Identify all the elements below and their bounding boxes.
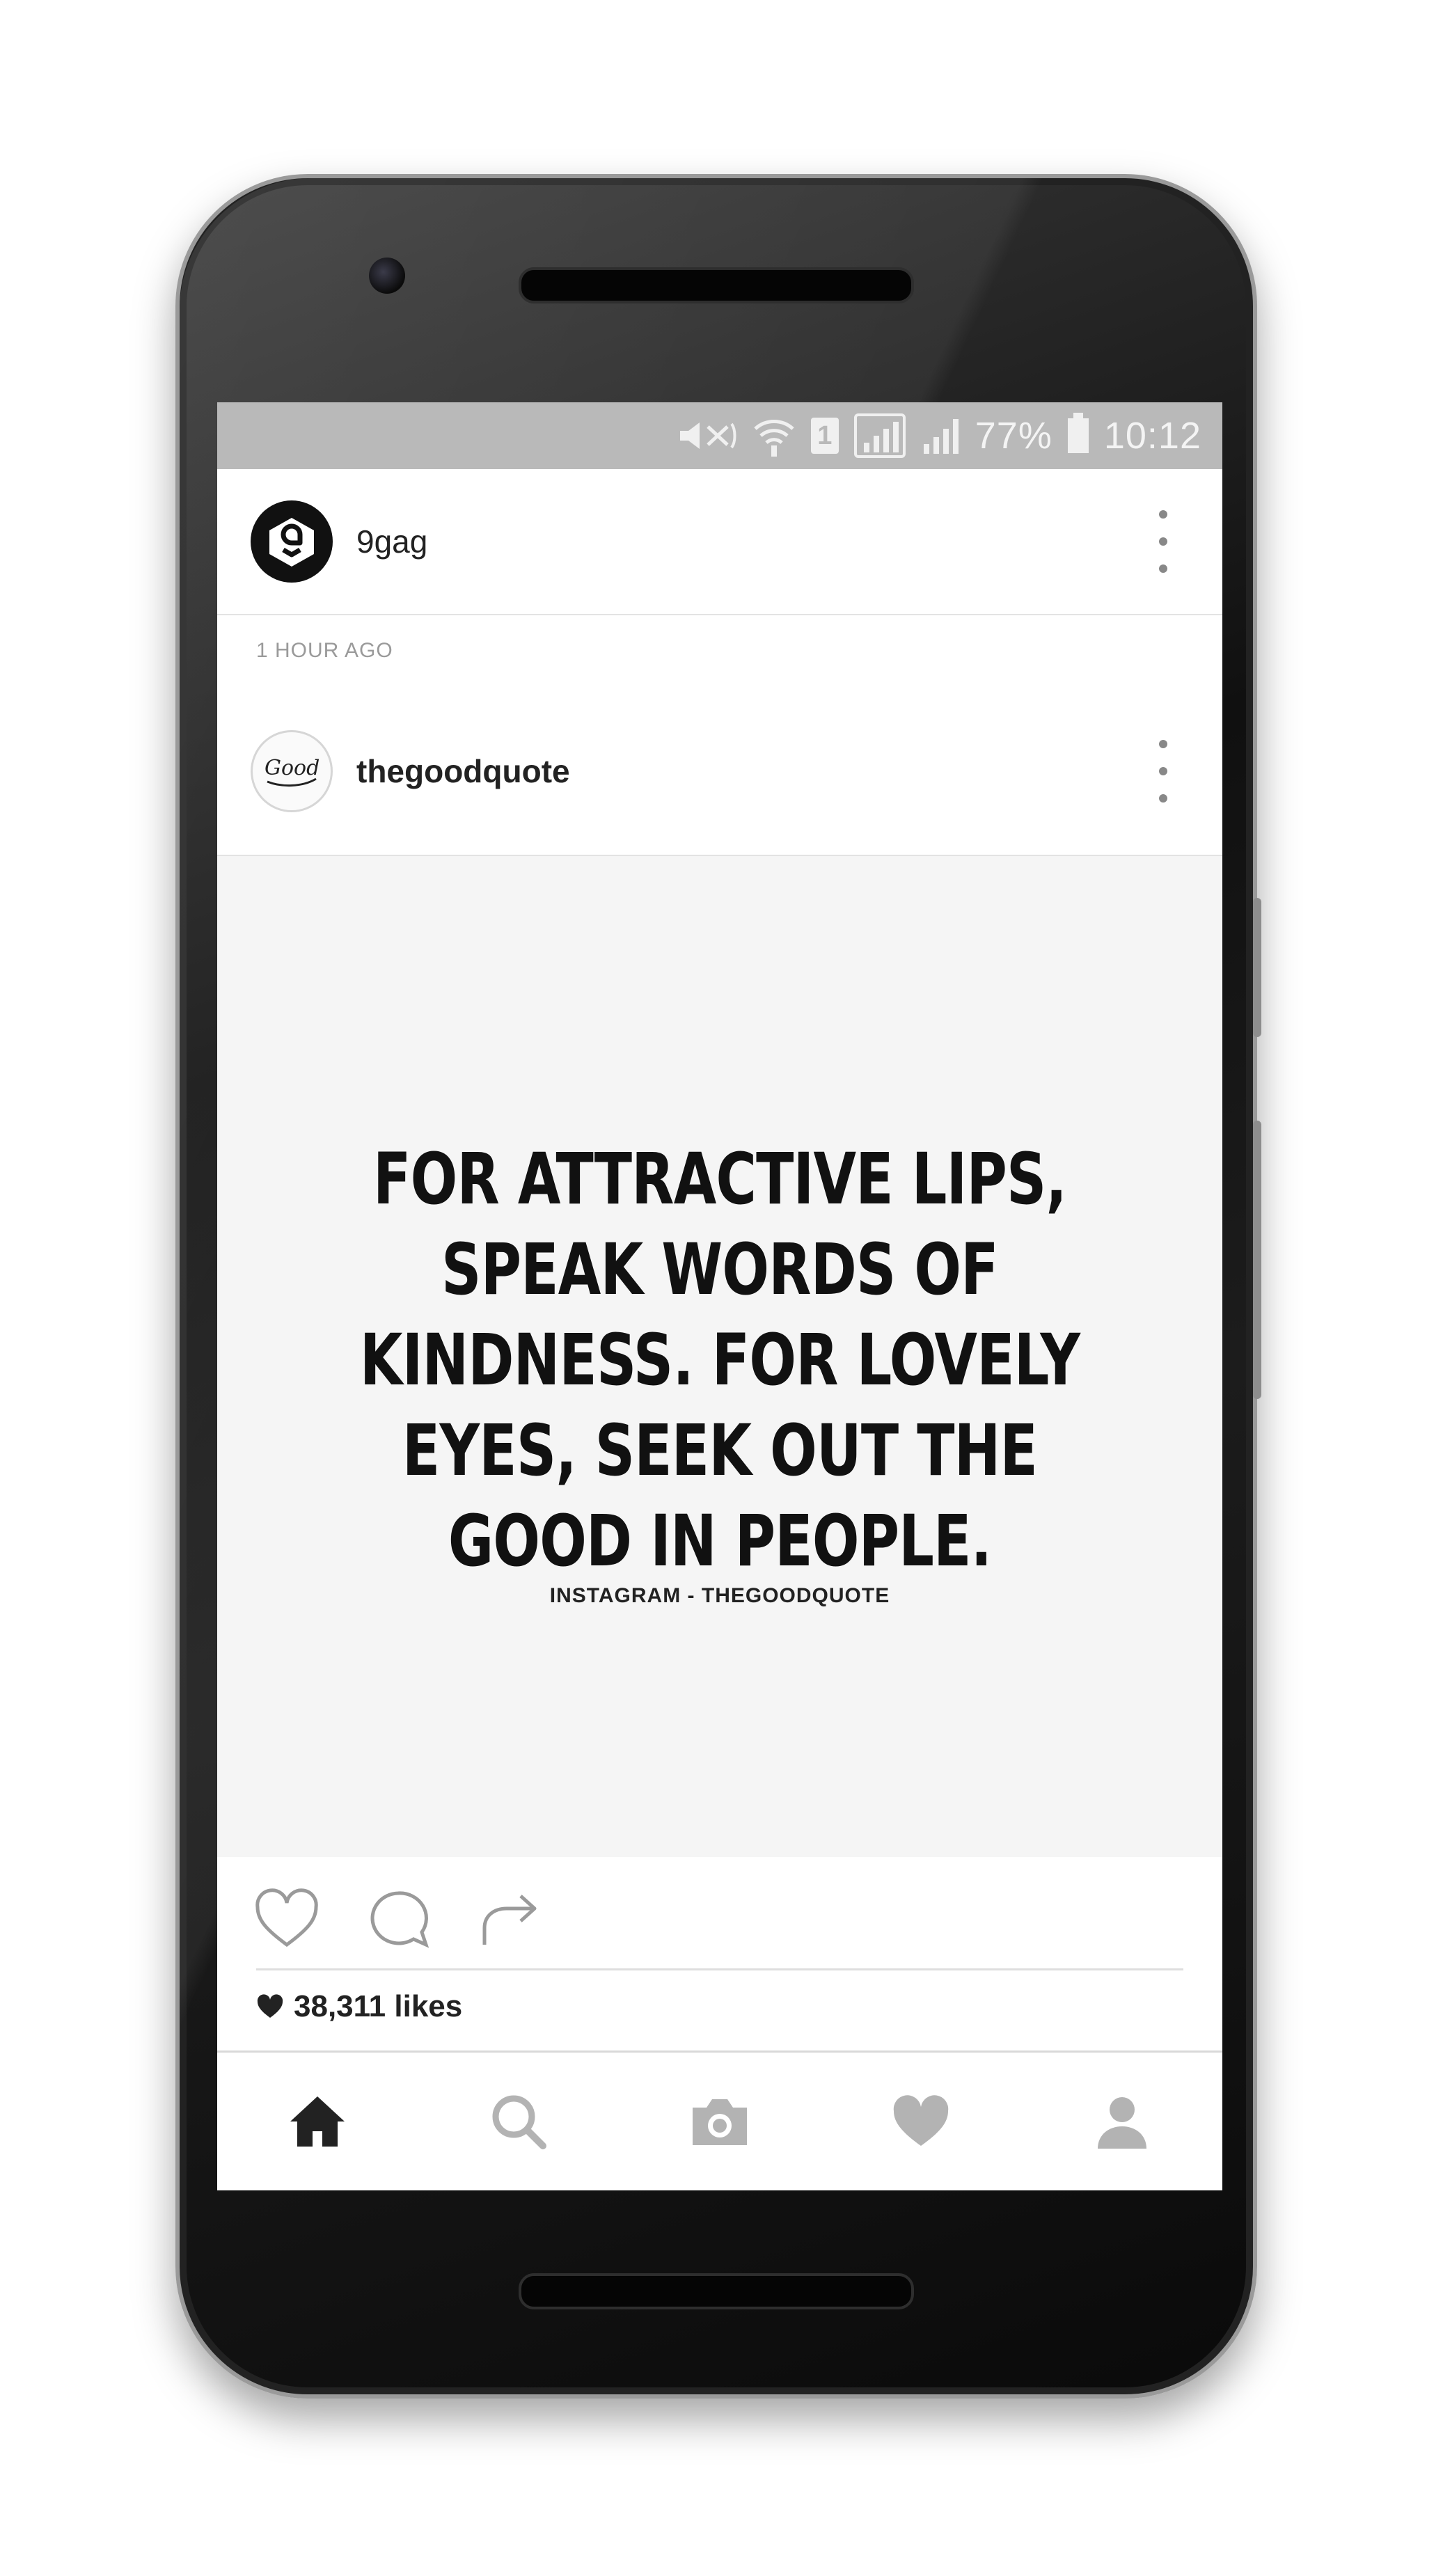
dot [1159,794,1167,803]
dot [1159,740,1167,748]
post-image[interactable]: FOR ATTRACTIVE LIPS, SPEAK WORDS OF KIND… [217,856,1222,1857]
account-username[interactable]: 9gag [356,523,427,560]
comment-icon[interactable] [363,1885,433,1954]
likes-label: 38,311 likes [294,1989,463,2023]
sim-slot-badge: 1 [810,418,839,454]
quote-line: FOR ATTRACTIVE LIPS, [373,1138,1067,1221]
actions-divider [256,1968,1183,1970]
camera-icon[interactable] [675,2076,765,2167]
wifi-icon [752,415,796,457]
post-timestamp: 1 HOUR AGO [256,639,393,662]
mute-icon [677,418,737,453]
signal-icon [853,413,906,458]
quote-text: FOR ATTRACTIVE LIPS, SPEAK WORDS OF KIND… [328,1135,1112,1587]
quote-line: SPEAK WORDS OF [441,1228,998,1311]
dot [1159,537,1167,546]
likes-count[interactable]: 38,311 likes [256,1989,462,2024]
heart-icon[interactable] [876,2076,966,2167]
dot [1159,510,1167,519]
like-icon[interactable] [252,1885,322,1954]
volume-button [1253,1121,1261,1399]
dot [1159,767,1167,775]
status-bar: 1 77% 10:12 [217,402,1222,469]
profile-icon[interactable] [1077,2076,1167,2167]
avatar-thegoodquote[interactable]: Good [251,730,333,812]
battery-icon [1067,413,1089,453]
top-speaker [519,267,914,303]
bottom-speaker [519,2273,914,2309]
dot [1159,564,1167,573]
bottom-nav [217,2050,1222,2190]
quote-line: KINDNESS. FOR LOVELY [359,1319,1080,1402]
app-screen: 1 77% 10:12 9gag 1 HOUR AGO Good thegood… [217,402,1222,2190]
post-username[interactable]: thegoodquote [356,752,570,790]
post-header: Good thegoodquote [217,688,1222,856]
search-icon[interactable] [473,2076,564,2167]
share-icon[interactable] [475,1885,544,1954]
home-icon[interactable] [272,2076,363,2167]
quote-line: GOOD IN PEOPLE. [448,1500,992,1583]
signal-icon-2 [921,416,960,455]
battery-percent: 77% [975,415,1052,457]
account-row: 9gag [217,469,1222,615]
image-watermark: INSTAGRAM - THEGOODQUOTE [549,1584,890,1607]
likes-heart-icon [257,1994,283,2018]
clock: 10:12 [1103,415,1201,457]
avatar-9gag[interactable] [251,500,333,583]
post-more-button[interactable] [1153,740,1174,803]
post-actions [217,1857,1222,1975]
svg-text:Good: Good [265,756,320,780]
front-camera [369,258,405,294]
power-button [1253,898,1261,1037]
account-more-button[interactable] [1153,510,1174,573]
quote-line: EYES, SEEK OUT THE [402,1409,1038,1492]
